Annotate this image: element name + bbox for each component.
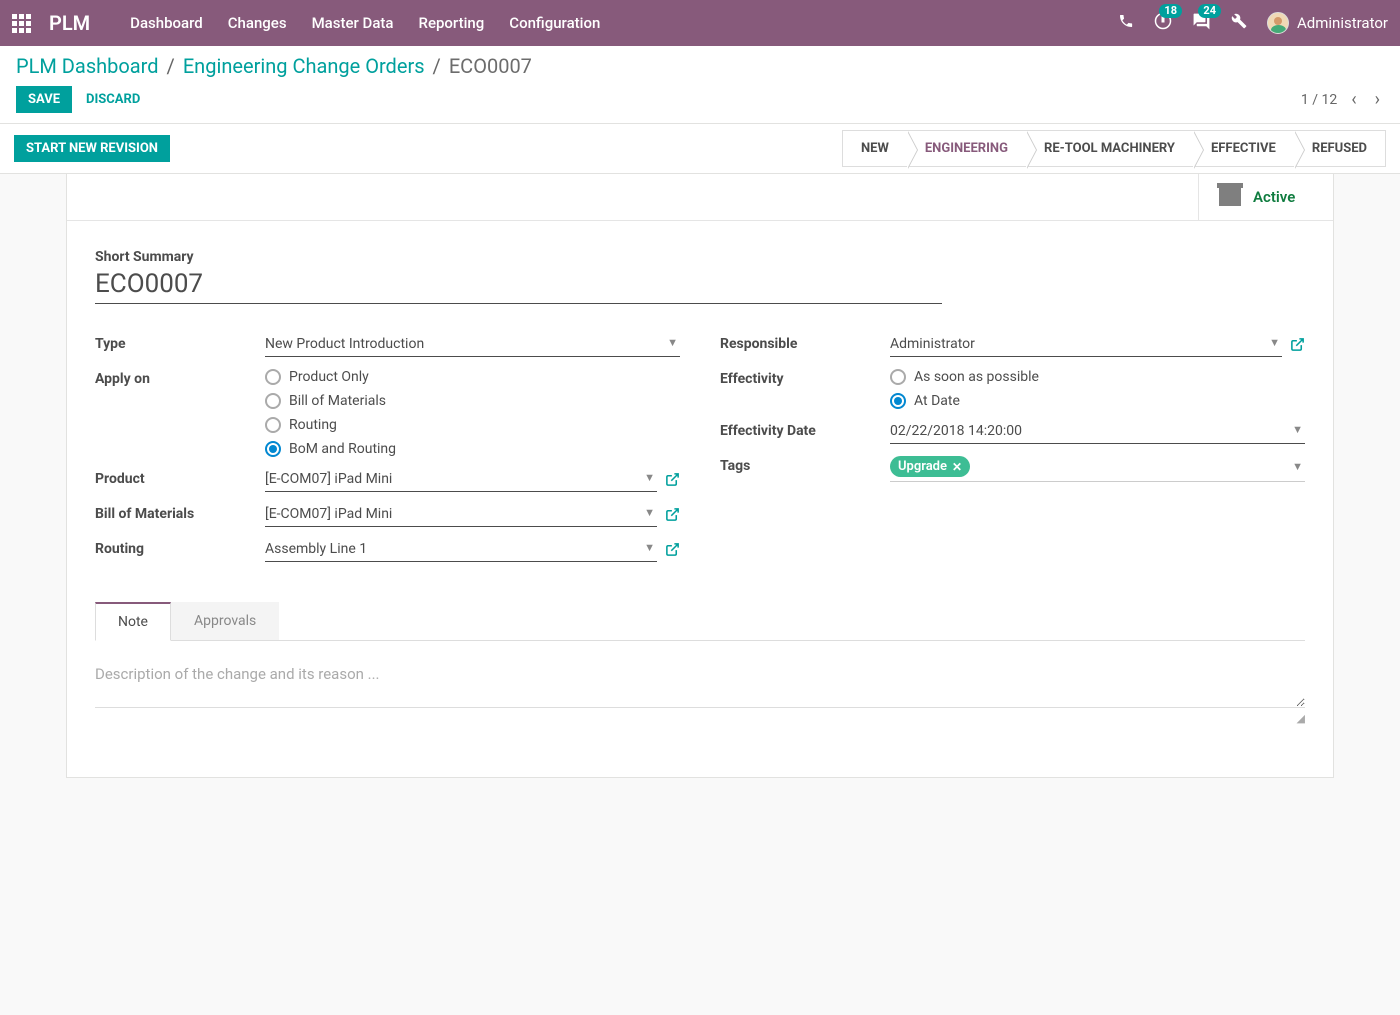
stage-retool[interactable]: RE-TOOL MACHINERY <box>1026 130 1193 167</box>
pager-text[interactable]: 1 / 12 <box>1301 92 1337 108</box>
avatar <box>1267 12 1289 34</box>
nav-reporting[interactable]: Reporting <box>419 14 485 32</box>
save-button[interactable]: SAVE <box>16 86 72 113</box>
tag-remove-icon[interactable]: ✕ <box>952 460 962 474</box>
nav-changes[interactable]: Changes <box>228 14 287 32</box>
chat-badge: 24 <box>1198 4 1221 18</box>
effectivity-date-label: Effectivity Date <box>720 419 890 439</box>
pager-next-icon[interactable]: › <box>1371 89 1384 110</box>
tags-input[interactable]: Upgrade✕ ▼ <box>890 454 1305 482</box>
product-input[interactable] <box>265 467 657 492</box>
external-link-icon[interactable] <box>665 542 680 557</box>
tags-label: Tags <box>720 454 890 474</box>
apply-on-group: Product Only Bill of Materials Routing B… <box>265 367 680 457</box>
caret-icon: ▼ <box>1292 460 1303 473</box>
radio-bom-routing[interactable]: BoM and Routing <box>265 441 680 457</box>
routing-label: Routing <box>95 537 265 557</box>
stage-effective[interactable]: EFFECTIVE <box>1193 130 1294 167</box>
radio-product-only[interactable]: Product Only <box>265 369 680 385</box>
nav-items: Dashboard Changes Master Data Reporting … <box>130 14 600 32</box>
summary-input[interactable] <box>95 267 942 304</box>
apps-icon[interactable] <box>12 14 31 33</box>
breadcrumb-parent[interactable]: Engineering Change Orders <box>183 54 425 78</box>
radio-bom[interactable]: Bill of Materials <box>265 393 680 409</box>
username: Administrator <box>1297 14 1388 32</box>
breadcrumb-current: ECO0007 <box>449 54 532 78</box>
button-box: Active <box>67 174 1333 221</box>
product-label: Product <box>95 467 265 487</box>
resize-handle-icon[interactable]: ◢ <box>95 712 1305 725</box>
tab-content-note: ◢ <box>95 641 1305 765</box>
navbar: PLM Dashboard Changes Master Data Report… <box>0 0 1400 46</box>
note-textarea[interactable] <box>95 659 1305 708</box>
statusbar: NEW ENGINEERING RE-TOOL MACHINERY EFFECT… <box>842 130 1386 167</box>
bom-input[interactable] <box>265 502 657 527</box>
activity-badge: 18 <box>1159 4 1182 18</box>
app-brand[interactable]: PLM <box>49 11 90 35</box>
external-link-icon[interactable] <box>1290 337 1305 352</box>
radio-at-date[interactable]: At Date <box>890 393 1305 409</box>
form-sheet: Active Short Summary Type ▼ App <box>66 174 1334 778</box>
stage-engineering[interactable]: ENGINEERING <box>907 130 1026 167</box>
tag-upgrade[interactable]: Upgrade✕ <box>890 456 970 477</box>
responsible-label: Responsible <box>720 332 890 352</box>
phone-icon[interactable] <box>1118 13 1134 33</box>
apply-on-label: Apply on <box>95 367 265 387</box>
radio-asap[interactable]: As soon as possible <box>890 369 1305 385</box>
nav-master-data[interactable]: Master Data <box>312 14 394 32</box>
routing-input[interactable] <box>265 537 657 562</box>
effectivity-date-input[interactable] <box>890 419 1305 444</box>
breadcrumb: PLM Dashboard / Engineering Change Order… <box>16 54 1384 78</box>
external-link-icon[interactable] <box>665 507 680 522</box>
type-input[interactable] <box>265 332 680 357</box>
radio-routing[interactable]: Routing <box>265 417 680 433</box>
nav-dashboard[interactable]: Dashboard <box>130 14 203 32</box>
effectivity-group: As soon as possible At Date <box>890 367 1305 409</box>
stage-new[interactable]: NEW <box>842 130 907 167</box>
chat-icon[interactable]: 24 <box>1192 12 1211 35</box>
tab-note[interactable]: Note <box>95 602 171 641</box>
activity-icon[interactable]: 18 <box>1154 12 1172 34</box>
external-link-icon[interactable] <box>665 472 680 487</box>
pager-prev-icon[interactable]: ‹ <box>1347 89 1360 110</box>
tools-icon[interactable] <box>1231 13 1247 33</box>
responsible-input[interactable] <box>890 332 1282 357</box>
tabs: Note Approvals <box>95 602 1305 641</box>
bom-label: Bill of Materials <box>95 502 265 522</box>
pager: 1 / 12 ‹ › <box>1301 89 1384 110</box>
discard-button[interactable]: DISCARD <box>86 92 140 107</box>
statusbar-row: START NEW REVISION NEW ENGINEERING RE-TO… <box>0 124 1400 174</box>
stage-refused[interactable]: REFUSED <box>1294 130 1386 167</box>
active-label: Active <box>1253 188 1295 206</box>
type-label: Type <box>95 332 265 352</box>
archive-icon <box>1219 188 1241 206</box>
tab-approvals[interactable]: Approvals <box>171 602 279 640</box>
nav-configuration[interactable]: Configuration <box>509 14 600 32</box>
effectivity-label: Effectivity <box>720 367 890 387</box>
start-revision-button[interactable]: START NEW REVISION <box>14 135 170 162</box>
control-panel: PLM Dashboard / Engineering Change Order… <box>0 46 1400 124</box>
summary-label: Short Summary <box>95 249 1305 265</box>
active-stat-button[interactable]: Active <box>1198 174 1333 220</box>
user-menu[interactable]: Administrator <box>1267 12 1388 34</box>
breadcrumb-root[interactable]: PLM Dashboard <box>16 54 159 78</box>
